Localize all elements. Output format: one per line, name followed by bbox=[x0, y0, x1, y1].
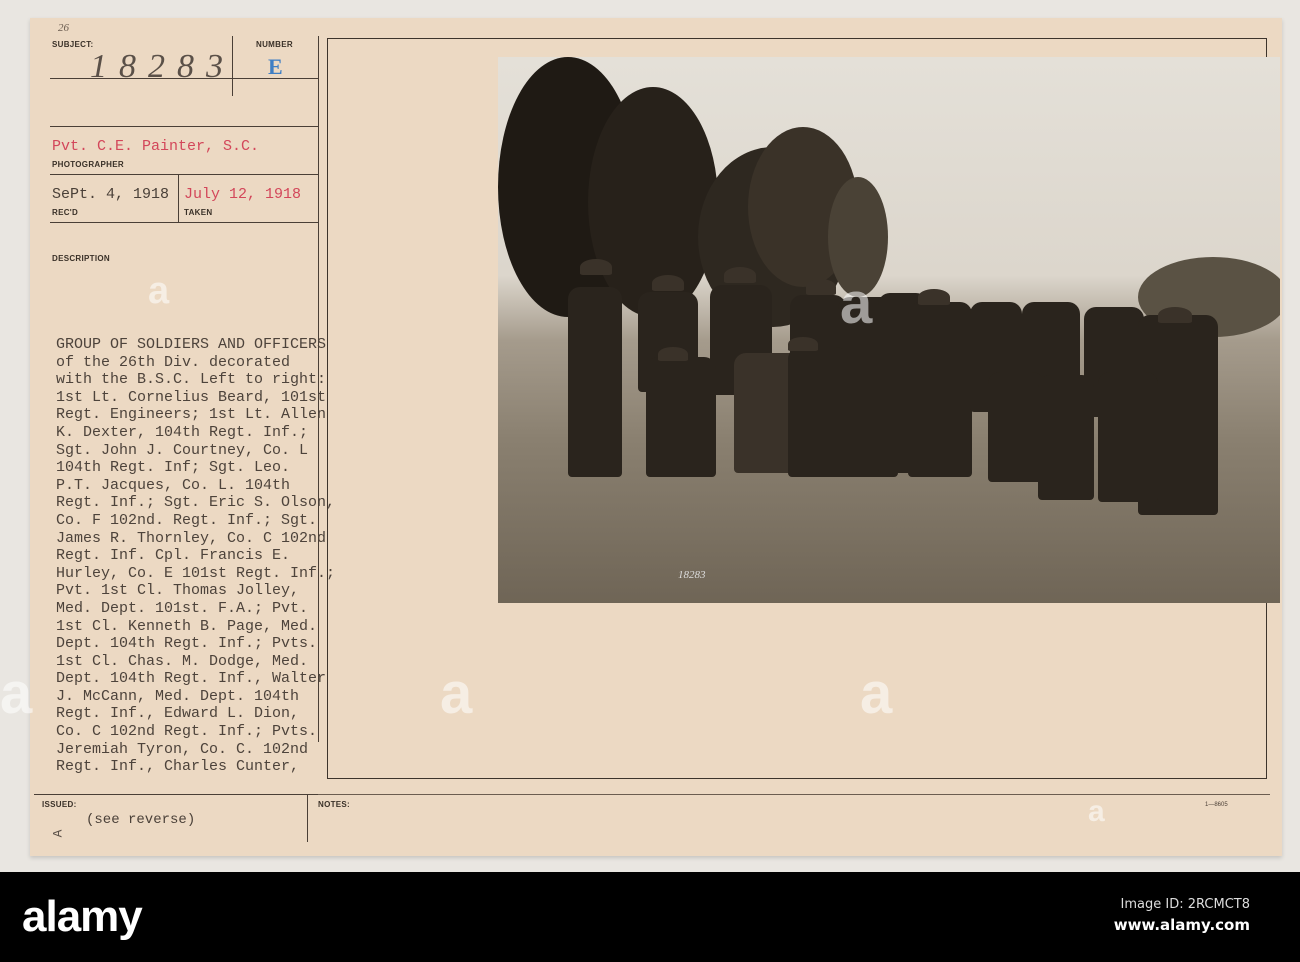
helmet bbox=[806, 279, 836, 295]
description-line: Dept. 104th Regt. Inf.; Pvts. bbox=[56, 635, 318, 653]
description-line: Med. Dept. 101st. F.A.; Pvt. bbox=[56, 599, 309, 617]
issued-mark: A bbox=[50, 829, 66, 838]
description-line: P.T. Jacques, Co. L. 104th bbox=[56, 476, 291, 494]
corner-note: 26 bbox=[58, 22, 69, 34]
received-date: SePt. 4, 1918 bbox=[52, 186, 170, 203]
photographer-value: Pvt. C.E. Painter, S.C. bbox=[52, 138, 260, 155]
watermark: a bbox=[1088, 795, 1105, 828]
description-line: Regt. Inf. Cpl. Francis E. bbox=[56, 547, 291, 565]
taken-date: July 12, 1918 bbox=[184, 186, 302, 203]
soldier bbox=[1038, 375, 1094, 500]
divider bbox=[50, 78, 318, 79]
received-label: REC'D bbox=[52, 208, 79, 217]
description-label: DESCRIPTION bbox=[52, 254, 110, 263]
divider bbox=[50, 174, 318, 175]
soldier bbox=[908, 302, 972, 477]
site-url: www.alamy.com bbox=[1113, 916, 1250, 934]
watermark: a bbox=[440, 661, 473, 726]
divider bbox=[50, 126, 318, 127]
helmet bbox=[658, 347, 688, 361]
description-line: 1st Cl. Kenneth B. Page, Med. bbox=[56, 617, 318, 635]
subject-label: SUBJECT: bbox=[52, 40, 94, 49]
footer-bar bbox=[0, 872, 1300, 962]
description-line: Sgt. John J. Courtney, Co. L bbox=[56, 441, 309, 459]
description-line: Regt. Inf.; Sgt. Eric S. Olson, bbox=[56, 494, 336, 512]
soldier bbox=[1098, 372, 1158, 502]
divider bbox=[34, 794, 318, 795]
description-line: K. Dexter, 104th Regt. Inf.; bbox=[56, 423, 309, 441]
helmet bbox=[1158, 307, 1192, 323]
helmet bbox=[580, 259, 612, 275]
description-line: Regt. Inf., Edward L. Dion, bbox=[56, 705, 300, 723]
issued-label: ISSUED: bbox=[42, 800, 77, 809]
taken-label: TAKEN bbox=[184, 208, 213, 217]
soldier bbox=[988, 372, 1044, 482]
soldier bbox=[646, 357, 716, 477]
divider bbox=[318, 794, 1270, 795]
description-line: Pvt. 1st Cl. Thomas Jolley, bbox=[56, 582, 300, 600]
notes-label: NOTES: bbox=[318, 800, 351, 809]
soldier bbox=[568, 287, 622, 477]
divider bbox=[178, 174, 179, 222]
description-line: with the B.S.C. Left to right: bbox=[56, 371, 327, 389]
number-value: E bbox=[268, 54, 283, 79]
description-line: of the 26th Div. decorated bbox=[56, 353, 291, 371]
helmet bbox=[788, 337, 818, 351]
photographer-label: PHOTOGRAPHER bbox=[52, 160, 124, 169]
description-line: Jeremiah Tyron, Co. C. 102nd bbox=[56, 740, 309, 758]
divider bbox=[307, 794, 308, 842]
description-text: GROUP OF SOLDIERS AND OFFICERS of the 26t… bbox=[56, 336, 335, 776]
subject-number: 18283 bbox=[90, 48, 235, 85]
description-line: J. McCann, Med. Dept. 104th bbox=[56, 687, 300, 705]
soldier bbox=[788, 347, 848, 477]
divider bbox=[50, 222, 318, 223]
description-line: James R. Thornley, Co. C 102nd bbox=[56, 529, 327, 547]
number-label: NUMBER bbox=[256, 40, 293, 49]
description-line: Co. C 102nd Regt. Inf.; Pvts. bbox=[56, 723, 318, 741]
watermark: a bbox=[840, 271, 873, 336]
description-line: Regt. Engineers; 1st Lt. Allen bbox=[56, 406, 327, 424]
watermark: a bbox=[860, 661, 893, 726]
description-line: 1st Lt. Cornelius Beard, 101st bbox=[56, 388, 327, 406]
description-line: Dept. 104th Regt. Inf., Walter bbox=[56, 670, 327, 688]
description-line: Co. F 102nd. Regt. Inf.; Sgt. bbox=[56, 511, 318, 529]
helmet bbox=[724, 267, 756, 283]
helmet bbox=[918, 289, 950, 305]
description-line: 104th Regt. Inf; Sgt. Leo. bbox=[56, 459, 291, 477]
helmet bbox=[652, 275, 684, 291]
image-id: Image ID: 2RCMCT8 bbox=[1120, 897, 1250, 912]
description-line: Regt. Inf., Charles Cunter, bbox=[56, 758, 300, 776]
description-line: 1st Cl. Chas. M. Dodge, Med. bbox=[56, 652, 309, 670]
alamy-logo: alamy bbox=[22, 892, 143, 941]
soldiers-group-photo: 18283 bbox=[498, 57, 1280, 603]
watermark: a bbox=[0, 661, 33, 726]
description-line: Hurley, Co. E 101st Regt. Inf.; bbox=[56, 564, 336, 582]
divider bbox=[232, 36, 233, 96]
form-number: 1—8605 bbox=[1205, 802, 1228, 808]
description-line: GROUP OF SOLDIERS AND OFFICERS bbox=[56, 336, 327, 353]
see-reverse-note: (see reverse) bbox=[86, 812, 196, 828]
watermark: a bbox=[148, 270, 170, 312]
photo-number: 18283 bbox=[678, 569, 706, 581]
